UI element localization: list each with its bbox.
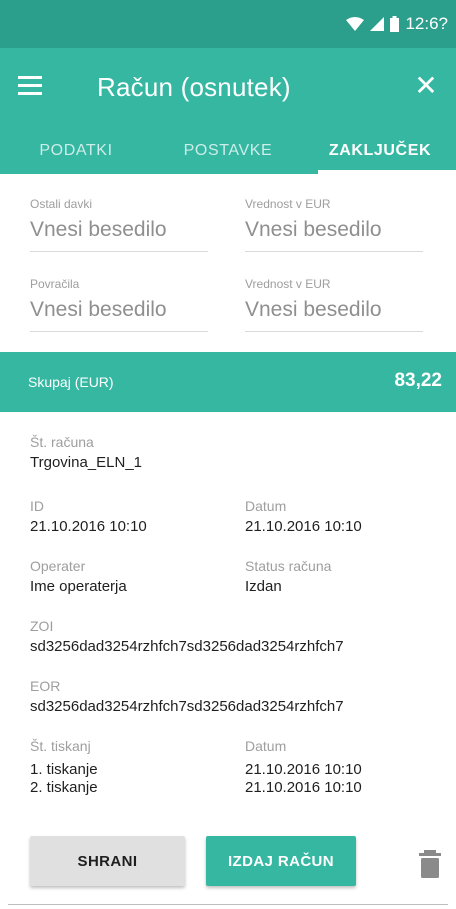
date-info: Datum 21.10.2016 10:10 [245,497,362,537]
zoi-value: sd3256dad3254rzhfch7sd3256dad3254rzhfch7 [30,638,344,655]
action-bar: SHRANI IZDAJ RAČUN [0,822,456,909]
other-taxes-input[interactable]: Vnesi besedilo [30,217,208,243]
battery-icon [390,16,400,32]
save-button[interactable]: SHRANI [30,836,185,886]
other-taxes-value-input[interactable]: Vnesi besedilo [245,217,423,243]
tab-podatki[interactable]: PODATKI [0,128,152,174]
status-icons: 12:6? [346,14,448,34]
tab-zakljucek[interactable]: ZAKLJUČEK [304,128,456,174]
tab-bar: PODATKI POSTAVKE ZAKLJUČEK [0,128,456,174]
date-value: 21.10.2016 10:10 [245,518,362,535]
refunds-field[interactable]: Povračila Vnesi besedilo [30,277,208,332]
invoice-number-info: Št. računa Trgovina_ELN_1 [30,433,142,473]
status-bar: 12:6? [0,0,456,48]
print-date-item: 21.10.2016 10:10 [245,779,362,796]
close-icon[interactable]: ✕ [412,72,440,100]
signal-icon [370,17,385,31]
invoice-number-value: Trgovina_ELN_1 [30,454,143,471]
status-value: Izdan [245,578,282,595]
operator-label: Operater [30,558,86,574]
id-info: ID 21.10.2016 10:10 [30,497,147,537]
status-label: Status računa [245,558,332,574]
eor-info: EOR sd3256dad3254rzhfch7sd3256dad3254rzh… [30,677,344,717]
total-value: 83,22 [394,370,442,391]
operator-value: Ime operaterja [30,578,127,595]
print-item: 2. tiskanje [30,779,98,796]
refunds-value-input[interactable]: Vnesi besedilo [245,297,423,323]
other-taxes-underline [30,251,208,252]
issue-invoice-button[interactable]: IZDAJ RAČUN [206,836,356,886]
print-dates-label: Datum [245,738,287,754]
zoi-info: ZOI sd3256dad3254rzhfch7sd3256dad3254rzh… [30,617,344,657]
delete-icon[interactable] [418,850,442,878]
print-date-item: 21.10.2016 10:10 [245,761,362,778]
refunds-value-label: Vrednost v EUR [245,277,331,291]
other-taxes-value-label: Vrednost v EUR [245,197,331,211]
refunds-value-field[interactable]: Vrednost v EUR Vnesi besedilo [245,277,423,332]
id-value: 21.10.2016 10:10 [30,518,147,535]
operator-info: Operater Ime operaterja [30,557,127,597]
status-info: Status računa Izdan [245,557,331,597]
print-item: 1. tiskanje [30,761,98,778]
bottom-divider [8,904,448,905]
eor-value: sd3256dad3254rzhfch7sd3256dad3254rzhfch7 [30,698,344,715]
wifi-icon [346,17,365,31]
status-time: 12:6? [405,14,448,33]
menu-icon[interactable] [18,72,46,100]
eor-label: EOR [30,678,61,694]
refunds-input[interactable]: Vnesi besedilo [30,297,208,323]
invoice-number-label: Št. računa [30,434,94,450]
print-dates-info: Datum 21.10.2016 10:10 21.10.2016 10:10 [245,737,362,797]
prints-label: Št. tiskanj [30,738,91,754]
zoi-label: ZOI [30,618,54,634]
other-taxes-value-underline [245,251,423,252]
prints-info: Št. tiskanj 1. tiskanje 2. tiskanje [30,737,98,797]
refunds-label: Povračila [30,277,80,291]
other-taxes-value-field[interactable]: Vrednost v EUR Vnesi besedilo [245,197,423,252]
id-label: ID [30,498,44,514]
date-label: Datum [245,498,287,514]
other-taxes-field[interactable]: Ostali davki Vnesi besedilo [30,197,208,252]
refunds-underline [30,331,208,332]
total-bar: Skupaj (EUR) 83,22 [0,352,456,412]
refunds-value-underline [245,331,423,332]
tab-postavke[interactable]: POSTAVKE [152,128,304,174]
page-title: Račun (osnutek) [97,72,291,102]
app-bar: Račun (osnutek) ✕ [0,48,456,128]
other-taxes-label: Ostali davki [30,197,93,211]
total-label: Skupaj (EUR) [28,374,114,390]
